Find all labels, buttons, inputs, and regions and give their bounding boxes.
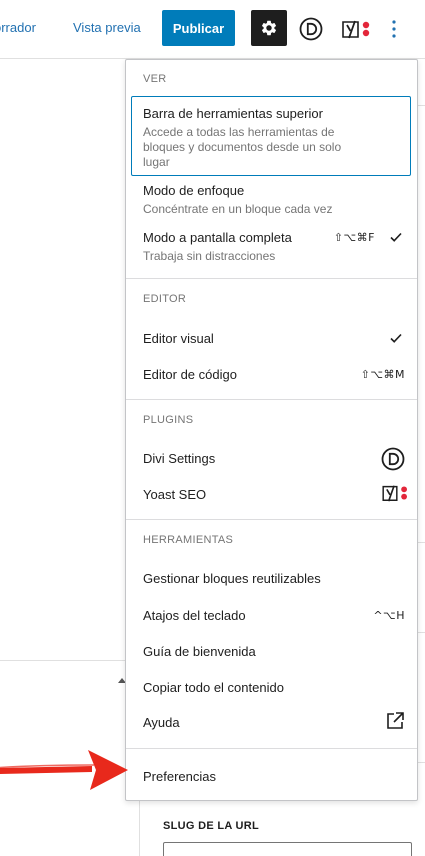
more-vertical-icon [392,20,396,38]
item-label: Gestionar bloques reutilizables [143,571,321,586]
item-label: Atajos del teclado [143,608,246,623]
publish-button[interactable]: Publicar [162,10,235,46]
yoast-button[interactable] [341,18,371,45]
item-label: Editor de código [143,367,237,382]
item-label: Editor visual [143,331,214,346]
section-title: Editor [143,293,187,305]
yoast-icon [381,483,409,506]
menu-item-manage-reusable-blocks[interactable]: Gestionar bloques reutilizables [143,571,405,586]
check-icon [389,230,403,247]
yoast-icon [342,20,370,39]
annotation-arrow-icon [0,750,128,790]
menu-section-plugins: Plugins Divi Settings Yoast SEO [126,399,417,519]
item-description: Concéntrate en un bloque cada vez [143,202,333,216]
item-label: Modo a pantalla completa [143,230,292,245]
gear-icon [261,20,277,36]
item-label: Preferencias [143,769,216,784]
shortcut-text: ⇧⌥⌘M [360,368,405,381]
divi-button[interactable] [299,17,323,46]
item-description: Accede a todas las herramientas de bloqu… [143,125,342,169]
menu-item-yoast-seo[interactable]: Yoast SEO [143,485,407,502]
menu-item-divi-settings[interactable]: Divi Settings [143,447,405,471]
editor-toolbar: orrador Vista previa Publicar [0,0,425,59]
item-description: Trabaja sin distracciones [143,249,276,263]
section-title: Herramientas [143,534,234,546]
slug-input[interactable] [163,842,412,856]
item-label: Modo de enfoque [143,183,245,198]
menu-item-focus-mode[interactable]: Modo de enfoque Concéntrate en un bloque… [143,183,405,217]
check-icon [389,331,403,348]
settings-button[interactable] [251,10,287,46]
menu-item-preferences[interactable]: Preferencias [143,769,405,784]
menu-item-keyboard-shortcuts[interactable]: Atajos del teclado ^⌥H [143,608,405,623]
item-label: Divi Settings [143,451,216,466]
menu-section-tools: Herramientas Gestionar bloques reutiliza… [126,519,417,748]
item-label: Ayuda [143,715,180,730]
item-label: Copiar todo el contenido [143,680,284,695]
menu-item-help[interactable]: Ayuda [143,712,405,730]
menu-item-code-editor[interactable]: Editor de código ⇧⌥⌘M [143,367,405,382]
menu-item-copy-all-content[interactable]: Copiar todo el contenido [143,680,405,695]
menu-item-visual-editor[interactable]: Editor visual [143,331,405,346]
slug-label: Slug de la URL [163,820,260,832]
external-link-icon [385,711,405,734]
shortcut-text: ⇧⌥⌘F [333,231,375,244]
item-label: Yoast SEO [143,487,207,502]
item-label: Barra de herramientas superior [143,106,323,121]
menu-item-welcome-guide[interactable]: Guía de bienvenida [143,644,405,659]
divi-icon [381,447,405,474]
divider [0,660,125,661]
menu-section-view: Ver Barra de herramientas superior Acced… [126,60,417,278]
menu-section-editor: Editor Editor visual Editor de código ⇧⌥… [126,278,417,399]
divi-icon [299,17,323,41]
section-title: Ver [143,73,167,85]
section-title: Plugins [143,414,194,426]
preview-button[interactable]: Vista previa [73,20,141,35]
shortcut-text: ^⌥H [373,609,405,622]
options-menu: Ver Barra de herramientas superior Acced… [125,59,418,801]
save-draft-button[interactable]: orrador [0,20,36,35]
item-label: Guía de bienvenida [143,644,256,659]
menu-section-preferences: Preferencias [126,748,417,800]
menu-item-top-toolbar[interactable]: Barra de herramientas superior Accede a … [143,106,405,170]
more-menu-button[interactable] [389,18,399,40]
menu-item-fullscreen-mode[interactable]: Modo a pantalla completa Trabaja sin dis… [143,230,405,264]
